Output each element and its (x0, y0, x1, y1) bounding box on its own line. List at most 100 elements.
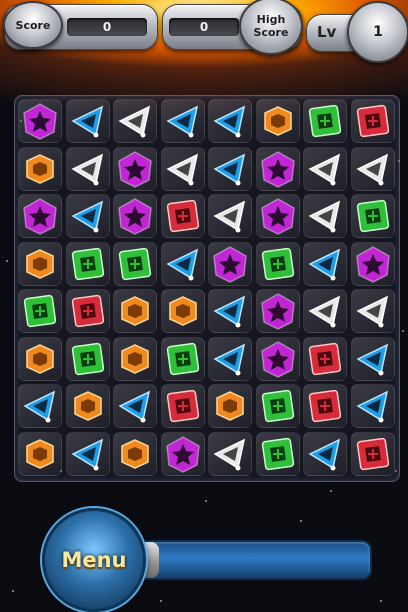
board-cell[interactable] (160, 194, 205, 238)
board-cell[interactable] (350, 99, 395, 143)
board-cell[interactable] (113, 336, 157, 381)
blue-triangle-gem-icon (210, 149, 250, 189)
board-cell[interactable] (255, 146, 300, 191)
white-triangle-gem-icon (68, 149, 108, 189)
board-cell[interactable] (160, 289, 205, 333)
board-cell[interactable] (113, 241, 157, 286)
board-cell[interactable] (160, 336, 205, 381)
board-cell[interactable] (350, 194, 395, 238)
board-cell[interactable] (113, 194, 157, 238)
board-cell[interactable] (208, 241, 252, 286)
board-cell[interactable] (113, 431, 157, 476)
board-cell[interactable] (113, 99, 157, 143)
blue-triangle-gem-icon (68, 196, 108, 236)
blue-triangle-gem-icon (210, 101, 250, 141)
board-cell[interactable] (18, 336, 62, 381)
board-cell[interactable] (113, 146, 157, 191)
orange-hexagon-gem-icon (115, 291, 155, 331)
red-square-gem-icon (305, 339, 345, 379)
green-square-gem-icon (20, 291, 60, 331)
board-cell[interactable] (65, 431, 110, 476)
board-cell[interactable] (303, 384, 347, 428)
board-cell[interactable] (65, 289, 110, 333)
pentagon-star-gem-icon (163, 434, 203, 474)
pentagon-star-gem-icon (258, 291, 298, 331)
board-cell[interactable] (65, 194, 110, 238)
board-cell[interactable] (208, 194, 252, 238)
board-cell[interactable] (350, 241, 395, 286)
board-cell[interactable] (208, 289, 252, 333)
board-cell[interactable] (255, 336, 300, 381)
board-cell[interactable] (255, 194, 300, 238)
board-cell[interactable] (18, 289, 62, 333)
orange-hexagon-gem-icon (115, 434, 155, 474)
board-cell[interactable] (65, 384, 110, 428)
board-cell[interactable] (303, 194, 347, 238)
board-cell[interactable] (208, 336, 252, 381)
board-cell[interactable] (160, 384, 205, 428)
green-square-gem-icon (258, 244, 298, 284)
level-label: Lv (317, 23, 337, 41)
board-cell[interactable] (18, 194, 62, 238)
board-cell[interactable] (65, 241, 110, 286)
board-cell[interactable] (160, 431, 205, 476)
board-cell[interactable] (18, 431, 62, 476)
board-cell[interactable] (303, 289, 347, 333)
green-square-gem-icon (163, 339, 203, 379)
white-triangle-gem-icon (115, 101, 155, 141)
orange-hexagon-gem-icon (115, 339, 155, 379)
board-cell[interactable] (65, 146, 110, 191)
board-cell[interactable] (160, 146, 205, 191)
board-cell[interactable] (208, 99, 252, 143)
green-square-gem-icon (305, 101, 345, 141)
orange-hexagon-gem-icon (163, 291, 203, 331)
menu-button[interactable]: Menu (42, 508, 146, 612)
board-cell[interactable] (350, 384, 395, 428)
pentagon-star-gem-icon (210, 244, 250, 284)
board-cell[interactable] (113, 289, 157, 333)
board-cell[interactable] (303, 99, 347, 143)
board-cell[interactable] (303, 146, 347, 191)
board-cell[interactable] (350, 336, 395, 381)
white-triangle-gem-icon (163, 149, 203, 189)
board-cell[interactable] (18, 384, 62, 428)
white-triangle-gem-icon (353, 291, 393, 331)
orange-hexagon-gem-icon (258, 101, 298, 141)
board-cell[interactable] (255, 241, 300, 286)
high-score-badge: High Score (239, 0, 303, 55)
red-square-gem-icon (163, 196, 203, 236)
board-cell[interactable] (255, 384, 300, 428)
board-cell[interactable] (303, 431, 347, 476)
red-square-gem-icon (305, 386, 345, 426)
board-cell[interactable] (18, 146, 62, 191)
board-cell[interactable] (350, 289, 395, 333)
score-panel: Score 0 (3, 1, 158, 50)
pentagon-star-gem-icon (258, 339, 298, 379)
board-cell[interactable] (255, 431, 300, 476)
board-cell[interactable] (113, 384, 157, 428)
board-cell[interactable] (350, 146, 395, 191)
board-cell[interactable] (255, 289, 300, 333)
board-cell[interactable] (18, 241, 62, 286)
board-cell[interactable] (18, 99, 62, 143)
board-cell[interactable] (65, 336, 110, 381)
board-cell[interactable] (303, 336, 347, 381)
blue-triangle-gem-icon (163, 244, 203, 284)
board-cell[interactable] (303, 241, 347, 286)
high-score-label-line2: Score (253, 26, 289, 39)
board-cell[interactable] (208, 384, 252, 428)
score-value: 0 (67, 18, 147, 36)
pentagon-star-gem-icon (353, 244, 393, 284)
board-cell[interactable] (208, 431, 252, 476)
red-square-gem-icon (68, 291, 108, 331)
board-cell[interactable] (208, 146, 252, 191)
level-panel: Lv 1 (306, 1, 408, 63)
board-cell[interactable] (160, 241, 205, 286)
board-cell[interactable] (255, 99, 300, 143)
orange-hexagon-gem-icon (210, 386, 250, 426)
board-cell[interactable] (160, 99, 205, 143)
blue-triangle-gem-icon (20, 386, 60, 426)
board-cell[interactable] (65, 99, 110, 143)
white-triangle-gem-icon (305, 149, 345, 189)
board-cell[interactable] (350, 431, 395, 476)
